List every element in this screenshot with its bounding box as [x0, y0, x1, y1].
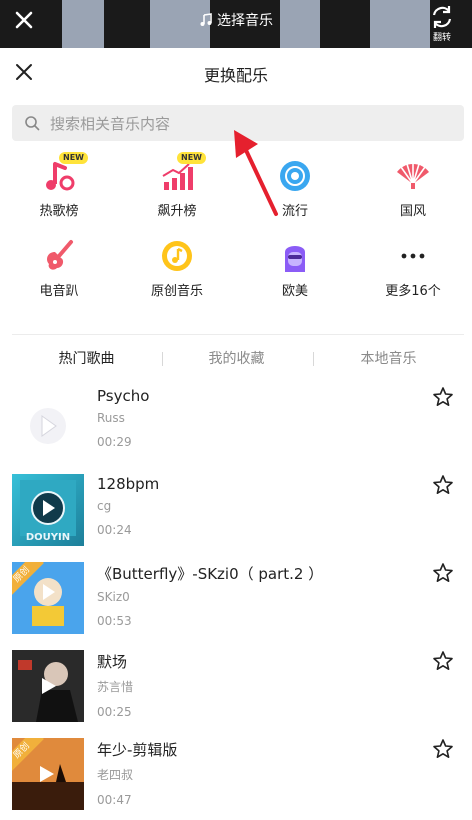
tab-local-music[interactable]: 本地音乐 [310, 348, 467, 368]
cover-text: DOUYIN [26, 532, 70, 543]
song-cover[interactable] [12, 386, 84, 458]
category-label: 流行 [281, 204, 308, 219]
tab-my-favorites[interactable]: 我的收藏 [158, 348, 315, 368]
song-cover[interactable]: DOUYIN [12, 474, 84, 546]
favorite-star-icon[interactable] [432, 386, 454, 408]
flip-camera-icon [432, 6, 452, 28]
song-artist: 老四叔 [97, 768, 134, 782]
song-artist: Russ [97, 411, 125, 425]
song-row[interactable]: 原创 《Butterfly》-SKzi0（ part.2 ） SKiz0 00:… [0, 562, 472, 642]
folding-fan-icon [397, 163, 429, 189]
song-info: 《Butterfly》-SKzi0（ part.2 ） SKiz0 00:53 [97, 562, 323, 628]
song-row[interactable]: Psycho Russ 00:29 [0, 386, 472, 466]
category-label: 电音趴 [39, 284, 79, 299]
song-duration: 00:25 [97, 705, 132, 719]
song-duration: 00:53 [97, 614, 132, 628]
western-avatar-icon [285, 246, 305, 272]
favorite-star-icon[interactable] [432, 650, 454, 672]
category-label: 飙升榜 [157, 204, 197, 219]
flip-button[interactable]: 翻转 [426, 4, 458, 43]
song-title: 默场 [97, 653, 128, 671]
category-label: 欧美 [281, 284, 308, 299]
song-info: 默场 苏言惜 00:25 [97, 650, 133, 719]
song-row[interactable]: DOUYIN 128bpm cg 00:24 [0, 474, 472, 554]
pop-disc-icon [280, 161, 310, 191]
select-music-label: 选择音乐 [217, 13, 273, 29]
category-label: 原创音乐 [150, 284, 203, 299]
song-title: 《Butterfly》-SKzi0（ part.2 ） [97, 565, 324, 583]
song-info: 年少-剪辑版 老四叔 00:47 [97, 738, 177, 807]
song-title: 128bpm [97, 475, 160, 493]
page-title: 更换配乐 [203, 66, 268, 85]
category-label: 国风 [399, 204, 426, 219]
song-duration: 00:47 [97, 793, 132, 807]
music-picker-sheet: 更换配乐 NEW 热歌榜 [0, 48, 472, 820]
song-row[interactable]: 默场 苏言惜 00:25 [0, 650, 472, 730]
song-artist: cg [97, 499, 112, 513]
cover-art [12, 650, 84, 722]
song-cover[interactable]: 原创 [12, 562, 84, 634]
category-more[interactable]: 更多16个 [354, 238, 472, 299]
song-info: Psycho Russ 00:29 [97, 386, 149, 449]
category-chinese-style[interactable]: 国风 [354, 158, 472, 219]
category-label: 更多16个 [385, 284, 441, 299]
song-row[interactable]: 原创 年少-剪辑版 老四叔 00:47 [0, 738, 472, 818]
favorite-star-icon[interactable] [432, 474, 454, 496]
song-info: 128bpm cg 00:24 [97, 474, 159, 537]
select-music-title: 选择音乐 [0, 10, 472, 30]
category-electronic[interactable]: 电音趴 [0, 238, 118, 299]
original-music-icon [162, 241, 192, 271]
song-cover[interactable] [12, 650, 84, 722]
new-badge: NEW [59, 152, 88, 164]
search-icon [25, 116, 40, 131]
song-cover[interactable]: 原创 [12, 738, 84, 810]
category-label: 热歌榜 [39, 204, 79, 219]
cover-art: DOUYIN [20, 480, 76, 543]
category-rising-chart[interactable]: NEW 飙升榜 [118, 152, 236, 219]
category-original-music[interactable]: 原创音乐 [118, 238, 236, 299]
new-badge: NEW [177, 152, 206, 164]
song-duration: 00:24 [97, 523, 132, 537]
video-preview-strip: 选择音乐 翻转 [0, 0, 472, 48]
song-artist: 苏言惜 [97, 680, 134, 694]
category-pop[interactable]: 流行 [236, 158, 354, 219]
play-icon [30, 408, 66, 444]
flip-label: 翻转 [432, 33, 451, 43]
song-artist: SKiz0 [97, 590, 130, 604]
music-note-icon [200, 13, 212, 26]
sheet-header: 更换配乐 [0, 48, 472, 96]
tab-hot-songs[interactable]: 热门歌曲 [8, 348, 165, 368]
song-duration: 00:29 [97, 435, 132, 449]
favorite-star-icon[interactable] [432, 738, 454, 760]
category-hot-songs[interactable]: NEW 热歌榜 [0, 152, 118, 219]
song-title: Psycho [97, 387, 150, 405]
divider [12, 334, 464, 335]
favorite-star-icon[interactable] [432, 562, 454, 584]
more-dots-icon [401, 253, 425, 259]
electric-guitar-icon [47, 240, 73, 270]
song-title: 年少-剪辑版 [97, 741, 178, 759]
category-western[interactable]: 欧美 [236, 238, 354, 299]
music-tabs: 热门歌曲 我的收藏 本地音乐 [0, 348, 472, 372]
